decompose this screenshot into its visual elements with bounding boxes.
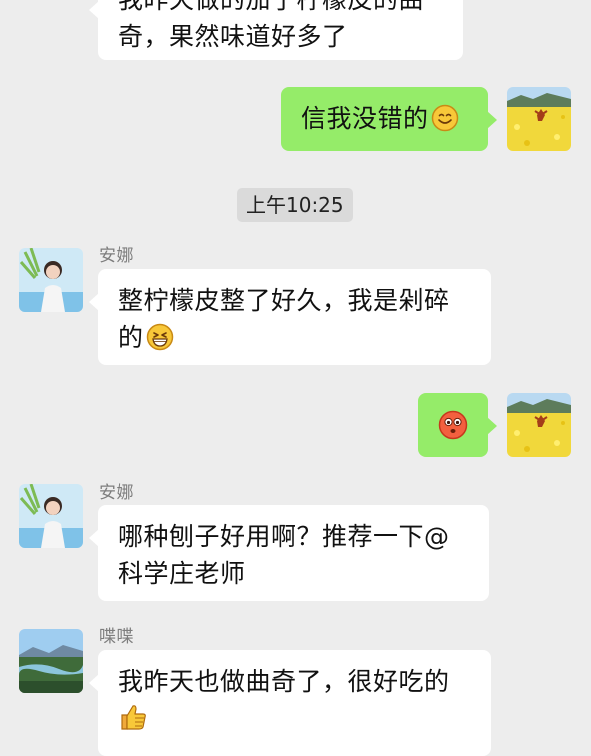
message-bubble-outgoing[interactable]	[418, 393, 497, 457]
message-text-line: 整柠檬皮整了好久，我是剁碎	[118, 286, 450, 315]
message-text-line: 哪种刨子好用啊？推荐一下@	[118, 522, 450, 551]
message-bubble-incoming[interactable]: 整柠檬皮整了好久，我是剁碎 的	[89, 269, 491, 365]
avatar-landscape-image	[507, 87, 571, 151]
message-text-line: 奇，果然味道好多了	[118, 22, 348, 51]
timestamp-divider: 上午10:25	[237, 188, 353, 222]
avatar-portrait-image	[19, 484, 83, 548]
sender-avatar-anna[interactable]	[19, 484, 83, 548]
sender-avatar-diedie[interactable]	[19, 629, 83, 693]
message-bubble-incoming[interactable]: 哪种刨子好用啊？推荐一下@ 科学庄老师	[89, 505, 489, 601]
chat-thread: 我昨天做的加了柠檬皮的曲 奇，果然味道好多了 信我没错的 上午10:25	[0, 0, 591, 756]
my-avatar[interactable]	[507, 393, 571, 457]
sender-name: 安娜	[99, 483, 134, 503]
message-text: 信我没错的	[301, 104, 429, 133]
sender-name: 安娜	[99, 246, 134, 266]
avatar-landscape-image	[507, 393, 571, 457]
message-text-line: 的	[118, 323, 144, 352]
sender-avatar-anna[interactable]	[19, 248, 83, 312]
message-bubble-incoming[interactable]: 我昨天做的加了柠檬皮的曲 奇，果然味道好多了	[89, 0, 463, 60]
thumbs-up-emoji-icon	[118, 702, 148, 742]
message-bubble-outgoing[interactable]: 信我没错的	[281, 87, 497, 151]
message-text-line: 我昨天也做曲奇了，很好吃的	[118, 667, 450, 696]
avatar-river-landscape-image	[19, 629, 83, 693]
message-bubble-incoming[interactable]: 我昨天也做曲奇了，很好吃的	[89, 650, 491, 756]
avatar-portrait-image	[19, 248, 83, 312]
grin-emoji-icon	[146, 323, 174, 361]
sender-name: 喋喋	[99, 627, 134, 647]
my-avatar[interactable]	[507, 87, 571, 151]
blush-emoji-icon	[438, 410, 468, 450]
message-text-line: 科学庄老师	[118, 559, 246, 588]
message-text-line: 我昨天做的加了柠檬皮的曲	[118, 0, 443, 18]
smile-emoji-icon	[431, 104, 459, 142]
